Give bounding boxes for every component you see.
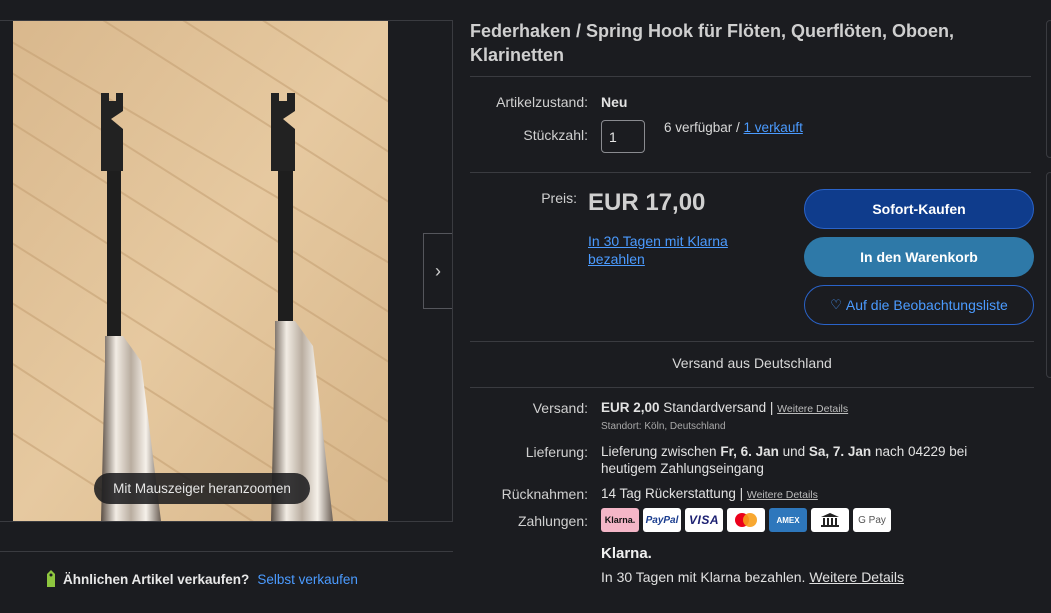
mastercard-icon bbox=[727, 508, 765, 532]
condition-label: Artikelzustand: bbox=[496, 94, 588, 110]
watchlist-button[interactable]: ♡ Auf die Beobachtungsliste bbox=[804, 285, 1034, 325]
divider bbox=[470, 76, 1031, 77]
returns-details-link[interactable]: Weitere Details bbox=[747, 489, 818, 501]
right-panel-edge bbox=[1046, 172, 1051, 378]
heart-icon: ♡ bbox=[830, 297, 842, 312]
sell-similar: Ähnlichen Artikel verkaufen? Selbst verk… bbox=[45, 569, 358, 589]
availability: 6 verfügbar / 1 verkauft bbox=[664, 120, 803, 135]
delivery-value: Lieferung zwischen Fr, 6. Jan und Sa, 7.… bbox=[601, 443, 1001, 477]
item-location: Standort: Köln, Deutschland bbox=[601, 421, 726, 432]
payment-methods: Klarna. PayPal VISA AMEX G Pay bbox=[601, 508, 891, 532]
right-panel-edge bbox=[1046, 20, 1051, 158]
returns-value: 14 Tag Rückerstattung | Weitere Details bbox=[601, 486, 818, 501]
shipping-type: Standardversand | bbox=[663, 400, 774, 415]
bank-icon bbox=[811, 508, 849, 532]
divider bbox=[470, 172, 1031, 173]
shipping-value: EUR 2,00 Standardversand | Weitere Detai… bbox=[601, 400, 848, 415]
paypal-icon: PayPal bbox=[643, 508, 681, 532]
chevron-right-icon: › bbox=[435, 260, 441, 281]
add-to-cart-button[interactable]: In den Warenkorb bbox=[804, 237, 1034, 277]
quantity-label: Stückzahl: bbox=[523, 127, 588, 143]
delivery-and: und bbox=[778, 444, 809, 459]
delivery-to: Sa, 7. Jan bbox=[808, 444, 872, 459]
shipping-details-link[interactable]: Weitere Details bbox=[777, 403, 848, 415]
tag-icon bbox=[45, 570, 57, 588]
klarna-note-text: In 30 Tagen mit Klarna bezahlen. bbox=[601, 569, 806, 585]
delivery-prefix: Lieferung zwischen bbox=[601, 444, 721, 459]
next-image-button[interactable]: › bbox=[423, 233, 452, 309]
condition-value: Neu bbox=[601, 94, 628, 110]
shipping-label: Versand: bbox=[532, 400, 588, 416]
buy-now-button[interactable]: Sofort-Kaufen bbox=[804, 189, 1034, 229]
klarna-icon: Klarna. bbox=[601, 508, 639, 532]
klarna-offer-link[interactable]: In 30 Tagen mit Klarna bezahlen bbox=[588, 232, 778, 268]
klarna-details-link[interactable]: Weitere Details bbox=[809, 569, 904, 585]
payments-label: Zahlungen: bbox=[517, 513, 588, 529]
returns-label: Rücknahmen: bbox=[501, 486, 588, 502]
available-text: 6 verfügbar / bbox=[664, 120, 744, 135]
visa-icon: VISA bbox=[685, 508, 723, 532]
delivery-label: Lieferung: bbox=[525, 444, 588, 460]
price-label: Preis: bbox=[541, 190, 577, 206]
divider bbox=[470, 341, 1034, 342]
zoom-hint: Mit Mauszeiger heranzoomen bbox=[94, 473, 310, 504]
shipping-cost: EUR 2,00 bbox=[601, 400, 660, 415]
sell-yourself-link[interactable]: Selbst verkaufen bbox=[257, 572, 358, 587]
divider bbox=[0, 551, 453, 552]
sold-link[interactable]: 1 verkauft bbox=[744, 120, 803, 135]
item-title: Federhaken / Spring Hook für Flöten, Que… bbox=[470, 21, 955, 65]
google-pay-icon: G Pay bbox=[853, 508, 891, 532]
klarna-note: In 30 Tagen mit Klarna bezahlen. Weitere… bbox=[601, 569, 904, 585]
divider bbox=[470, 387, 1034, 388]
watchlist-label: Auf die Beobachtungsliste bbox=[845, 297, 1008, 313]
product-image[interactable] bbox=[13, 21, 388, 521]
klarna-logo: Klarna. bbox=[601, 545, 652, 562]
quantity-input[interactable] bbox=[601, 120, 645, 153]
price-value: EUR 17,00 bbox=[588, 189, 706, 216]
returns-text: 14 Tag Rückerstattung | bbox=[601, 486, 744, 501]
delivery-from: Fr, 6. Jan bbox=[720, 444, 779, 459]
ships-from: Versand aus Deutschland bbox=[672, 355, 832, 371]
sell-similar-question: Ähnlichen Artikel verkaufen? bbox=[63, 571, 250, 587]
amex-icon: AMEX bbox=[769, 508, 807, 532]
